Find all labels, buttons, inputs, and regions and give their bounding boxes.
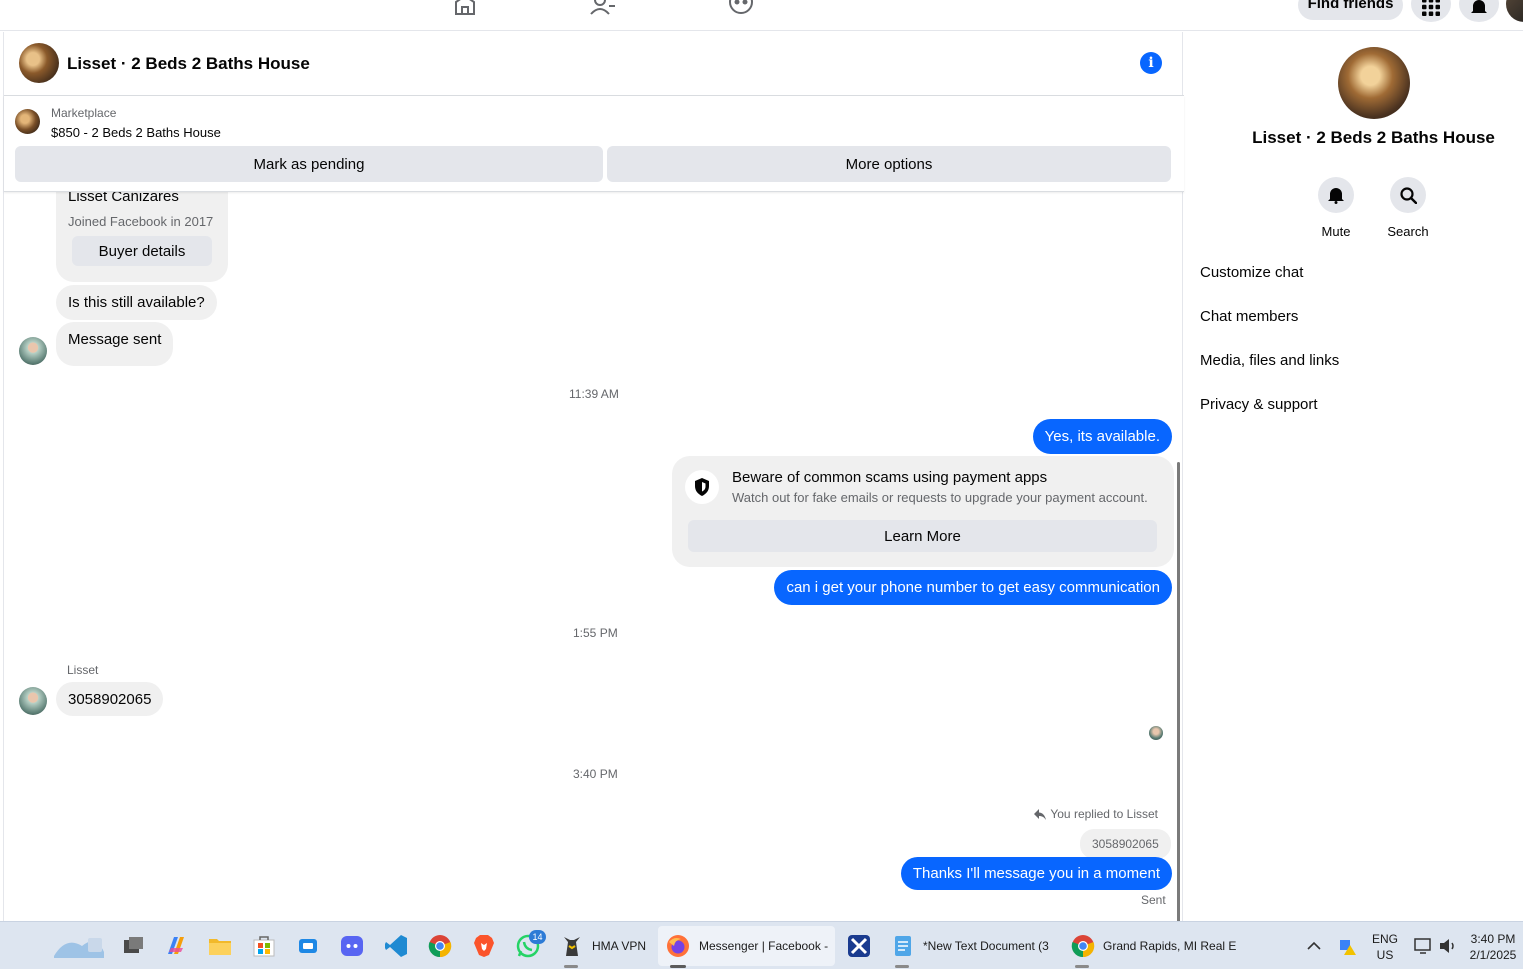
conversation-avatar[interactable] (19, 43, 59, 83)
groups-icon[interactable] (728, 0, 754, 16)
listing-thumbnail[interactable] (15, 109, 40, 134)
listing-title[interactable]: $850 - 2 Beds 2 Baths House (51, 125, 221, 140)
buyer-joined-date: Joined Facebook in 2017 (68, 214, 214, 229)
quoted-message[interactable]: 3058902065 (1080, 829, 1171, 859)
timestamp: 1:55 PM (573, 626, 618, 640)
brave-icon[interactable] (472, 934, 496, 958)
reply-indicator-text: You replied to Lisset (1050, 807, 1158, 821)
windows-taskbar: 14 HMA VPN Messenger | Facebook - *New T… (0, 921, 1523, 969)
shield-icon (685, 470, 719, 504)
marketplace-label: Marketplace (51, 106, 117, 120)
profile-avatar[interactable] (1338, 47, 1410, 119)
messenger-window-label[interactable]: Messenger | Facebook - (699, 939, 828, 953)
reply-icon (1034, 808, 1047, 820)
chevron-up-icon[interactable] (1305, 937, 1323, 955)
sender-name: Lisset (67, 663, 99, 677)
search-button[interactable]: Search (1378, 177, 1438, 239)
notepad-window-label[interactable]: *New Text Document (3 (923, 939, 1049, 953)
message-bubble-outgoing[interactable]: can i get your phone number to get easy … (774, 570, 1172, 605)
language-code: ENG (1371, 932, 1398, 946)
chrome-running-indicator (1075, 965, 1089, 968)
remote-desktop-icon[interactable] (296, 934, 320, 958)
tray-warning-icon[interactable] (1338, 936, 1358, 956)
message-scrollbar[interactable] (1177, 462, 1180, 928)
sender-avatar[interactable] (19, 337, 47, 365)
messenger-active-indicator (670, 965, 686, 968)
hma-running-indicator (564, 965, 578, 968)
info-icon[interactable]: i (1140, 52, 1162, 74)
mark-as-pending-button[interactable]: Mark as pending (15, 146, 603, 182)
scam-warning-description: Watch out for fake emails or requests to… (732, 490, 1148, 505)
chat-members-item[interactable]: Chat members (1200, 308, 1298, 325)
message-bubble-outgoing[interactable]: Thanks I'll message you in a moment (900, 857, 1172, 890)
notepad-icon[interactable] (891, 934, 915, 958)
clock-date: 2/1/2025 (1469, 948, 1517, 962)
bell-icon (1471, 0, 1487, 13)
file-explorer-icon[interactable] (208, 934, 232, 958)
message-bubble-incoming[interactable]: Message sent (56, 322, 174, 366)
learn-more-button[interactable]: Learn More (688, 520, 1157, 552)
mute-button[interactable]: Mute (1306, 177, 1366, 239)
notifications-button[interactable] (1459, 0, 1499, 22)
apps-grid-icon (1422, 0, 1440, 16)
hma-vpn-icon[interactable] (560, 934, 584, 958)
conversation-pane: Lisset · 2 Beds 2 Baths House i Marketpl… (3, 32, 1184, 928)
scam-warning-card: Beware of common scams using payment app… (672, 456, 1174, 567)
scam-warning-title: Beware of common scams using payment app… (732, 469, 1048, 486)
marketplace-listing-panel: Marketplace $850 - 2 Beds 2 Baths House … (4, 96, 1184, 192)
copilot-icon[interactable] (164, 934, 188, 958)
bell-icon (1328, 187, 1344, 204)
clock-time: 3:40 PM (1470, 932, 1516, 946)
sender-avatar[interactable] (19, 687, 47, 715)
capcut-icon[interactable] (847, 934, 871, 958)
region-code: US (1376, 948, 1394, 962)
chrome-window-icon[interactable] (1071, 934, 1095, 958)
search-label: Search (1387, 224, 1429, 239)
widgets-weather-icon[interactable] (52, 932, 106, 960)
customize-chat-item[interactable]: Customize chat (1200, 264, 1303, 281)
task-view-icon[interactable] (121, 934, 145, 958)
media-files-links-item[interactable]: Media, files and links (1200, 352, 1339, 369)
message-bubble-incoming[interactable]: 3058902065 (56, 682, 164, 716)
more-options-button[interactable]: More options (607, 146, 1171, 182)
volume-icon[interactable] (1438, 936, 1458, 956)
privacy-support-item[interactable]: Privacy & support (1200, 396, 1318, 413)
timestamp: 3:40 PM (573, 767, 618, 781)
seen-indicator-avatar (1149, 726, 1163, 740)
friends-icon[interactable] (590, 0, 616, 16)
discord-icon[interactable] (340, 934, 364, 958)
search-icon (1399, 186, 1417, 204)
network-icon[interactable] (1413, 936, 1433, 956)
conversation-header: Lisset · 2 Beds 2 Baths House i (4, 32, 1184, 96)
buyer-details-button[interactable]: Buyer details (72, 236, 212, 266)
vscode-icon[interactable] (384, 934, 408, 958)
reply-indicator: You replied to Lisset (1034, 807, 1158, 821)
sent-status: Sent (1141, 893, 1166, 907)
clock[interactable]: 3:40 PM 2/1/2025 (1466, 932, 1520, 962)
message-bubble-incoming[interactable]: Is this still available? (56, 285, 217, 320)
account-avatar[interactable] (1506, 0, 1523, 22)
buyer-info-card: Lisset Cañizares Joined Facebook in 2017… (56, 188, 228, 282)
profile-title: Lisset · 2 Beds 2 Baths House (1252, 128, 1495, 147)
notepad-running-indicator (895, 965, 909, 968)
top-navigation-bar: Find friends (0, 0, 1523, 31)
language-indicator[interactable]: ENG US (1370, 932, 1400, 962)
find-friends-button[interactable]: Find friends (1298, 0, 1403, 20)
mute-label: Mute (1321, 224, 1351, 239)
hma-vpn-label[interactable]: HMA VPN (592, 939, 646, 953)
menu-button[interactable] (1411, 0, 1451, 22)
chrome-icon[interactable] (428, 934, 452, 958)
chrome-window-label[interactable]: Grand Rapids, MI Real E (1103, 939, 1236, 953)
whatsapp-unread-badge: 14 (529, 930, 546, 944)
message-bubble-outgoing[interactable]: Yes, its available. (1032, 419, 1172, 454)
firefox-icon[interactable] (666, 934, 690, 958)
home-icon[interactable] (452, 0, 478, 16)
timestamp: 11:39 AM (569, 387, 619, 401)
microsoft-store-icon[interactable] (252, 934, 276, 958)
conversation-title[interactable]: Lisset · 2 Beds 2 Baths House (67, 54, 310, 74)
chat-details-panel: Lisset · 2 Beds 2 Baths House Mute Searc… (1184, 32, 1523, 921)
